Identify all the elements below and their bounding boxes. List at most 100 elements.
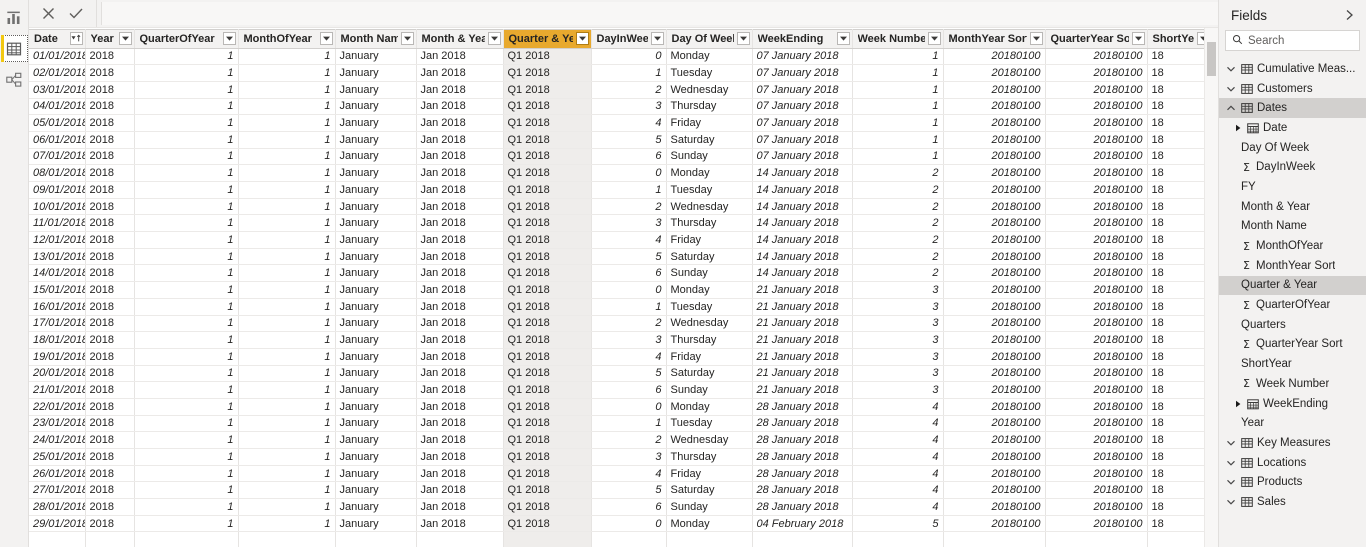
cell-day_in_week[interactable]: 6 bbox=[591, 148, 667, 166]
cell-day_of_week[interactable]: Saturday bbox=[666, 481, 753, 500]
cell-week_ending[interactable]: 21 January 2018 bbox=[752, 298, 853, 316]
cell-short_year[interactable]: 18 bbox=[1147, 214, 1213, 233]
cell-month_name[interactable]: January bbox=[335, 198, 417, 216]
table-row[interactable]: 23/01/2018 2018 1 1 January Jan 2018 Q1 2018 1 T… bbox=[29, 415, 1218, 433]
cell-quarter_yr_sort[interactable]: 20180100 bbox=[1045, 81, 1148, 99]
cell-quarter_year[interactable]: Q1 2018 bbox=[503, 481, 592, 500]
cell-quarter_of_year[interactable]: 1 bbox=[134, 431, 239, 449]
cell-week_number[interactable]: 3 bbox=[852, 315, 944, 333]
cell-month_name[interactable]: January bbox=[335, 465, 417, 483]
cell-short_year[interactable]: 18 bbox=[1147, 198, 1213, 216]
cell-date[interactable]: 01/01/2018 bbox=[29, 48, 86, 66]
cell-date[interactable]: 20/01/2018 bbox=[29, 365, 86, 383]
cell-quarter_yr_sort[interactable]: 20180100 bbox=[1045, 481, 1148, 500]
cell-month_name[interactable]: January bbox=[335, 365, 417, 383]
cell-month_year[interactable]: Jan 2018 bbox=[416, 198, 504, 216]
cell-day_of_week[interactable]: Saturday bbox=[666, 365, 753, 383]
cell-date[interactable]: 12/01/2018 bbox=[29, 231, 86, 249]
column-filter-dropdown-quarter_of_year[interactable] bbox=[222, 32, 236, 45]
cell-week_ending[interactable]: 21 January 2018 bbox=[752, 381, 853, 399]
column-filter-dropdown-day_in_week[interactable] bbox=[650, 32, 664, 45]
column-filter-dropdown-quarter_year[interactable] bbox=[575, 32, 589, 45]
cell-week_number[interactable]: 1 bbox=[852, 131, 944, 149]
cell-quarter_of_year[interactable]: 1 bbox=[134, 348, 239, 366]
cell-week_number[interactable]: 3 bbox=[852, 365, 944, 383]
cell-date[interactable]: 26/01/2018 bbox=[29, 465, 86, 483]
cell-year[interactable]: 2018 bbox=[85, 331, 135, 349]
cell-month_of_year[interactable]: 1 bbox=[238, 515, 336, 533]
cell-day_of_week[interactable]: Thursday bbox=[666, 214, 753, 233]
cell-day_in_week[interactable]: 4 bbox=[591, 465, 667, 483]
cell-quarter_year[interactable]: Q1 2018 bbox=[503, 515, 592, 533]
cell-year[interactable]: 2018 bbox=[85, 298, 135, 316]
cell-quarter_of_year[interactable]: 1 bbox=[134, 198, 239, 216]
column-header-week_ending[interactable]: WeekEnding bbox=[752, 28, 853, 49]
cell-date[interactable]: 19/01/2018 bbox=[29, 348, 86, 366]
cell-month_year[interactable]: Jan 2018 bbox=[416, 431, 504, 449]
cell-month_name[interactable]: January bbox=[335, 281, 417, 299]
cell-day_in_week[interactable]: 6 bbox=[591, 381, 667, 399]
cell-year[interactable]: 2018 bbox=[85, 131, 135, 149]
cell-day_of_week[interactable]: Thursday bbox=[666, 448, 753, 466]
cell-week_ending[interactable]: 14 January 2018 bbox=[752, 198, 853, 216]
table-row[interactable]: 03/01/2018 2018 1 1 January Jan 2018 Q1 2018 2 W… bbox=[29, 81, 1218, 99]
confirm-checkmark-icon[interactable] bbox=[65, 3, 87, 25]
cell-week_number[interactable]: 4 bbox=[852, 498, 944, 516]
cell-week_number[interactable]: 4 bbox=[852, 481, 944, 500]
cell-quarter_year[interactable]: Q1 2018 bbox=[503, 281, 592, 299]
nav-model-view[interactable] bbox=[1, 66, 28, 93]
field-item-cumulative-meas[interactable]: Cumulative Meas... bbox=[1219, 59, 1366, 79]
cell-short_year[interactable]: 18 bbox=[1147, 131, 1213, 149]
cell-quarter_year[interactable]: Q1 2018 bbox=[503, 131, 592, 149]
cell-month_year_sort[interactable]: 20180100 bbox=[943, 331, 1046, 349]
cell-week_number[interactable] bbox=[852, 531, 944, 547]
cell-quarter_of_year[interactable]: 1 bbox=[134, 315, 239, 333]
cell-quarter_yr_sort[interactable]: 20180100 bbox=[1045, 264, 1148, 283]
cell-day_of_week[interactable]: Tuesday bbox=[666, 181, 753, 199]
cell-month_year_sort[interactable]: 20180100 bbox=[943, 365, 1046, 383]
cell-week_number[interactable]: 1 bbox=[852, 98, 944, 116]
cell-month_year_sort[interactable]: 20180100 bbox=[943, 465, 1046, 483]
cell-short_year[interactable]: 18 bbox=[1147, 498, 1213, 516]
column-filter-dropdown-month_year_sort[interactable] bbox=[1029, 32, 1043, 45]
field-item-fy[interactable]: FY bbox=[1219, 177, 1366, 197]
cell-quarter_of_year[interactable]: 1 bbox=[134, 214, 239, 233]
cell-year[interactable]: 2018 bbox=[85, 431, 135, 449]
cell-month_year_sort[interactable]: 20180100 bbox=[943, 181, 1046, 199]
table-row[interactable]: 21/01/2018 2018 1 1 January Jan 2018 Q1 2018 6 S… bbox=[29, 381, 1218, 399]
cell-week_ending[interactable]: 28 January 2018 bbox=[752, 398, 853, 416]
cell-month_year[interactable]: Jan 2018 bbox=[416, 381, 504, 399]
cell-year[interactable]: 2018 bbox=[85, 214, 135, 233]
cell-month_year[interactable]: Jan 2018 bbox=[416, 81, 504, 99]
cell-month_name[interactable]: January bbox=[335, 348, 417, 366]
column-header-week_number[interactable]: Week Number bbox=[852, 28, 944, 49]
cell-quarter_yr_sort[interactable]: 20180100 bbox=[1045, 431, 1148, 449]
formula-input[interactable] bbox=[101, 2, 1218, 25]
cell-short_year[interactable]: 18 bbox=[1147, 465, 1213, 483]
cell-day_in_week[interactable]: 0 bbox=[591, 48, 667, 66]
column-header-quarter_year[interactable]: Quarter & Year bbox=[503, 28, 592, 49]
cell-month_year_sort[interactable]: 20180100 bbox=[943, 98, 1046, 116]
cell-month_year_sort[interactable]: 20180100 bbox=[943, 315, 1046, 333]
cell-week_ending[interactable]: 07 January 2018 bbox=[752, 48, 853, 66]
cell-quarter_of_year[interactable]: 1 bbox=[134, 281, 239, 299]
cell-week_ending[interactable]: 07 January 2018 bbox=[752, 81, 853, 99]
cell-quarter_yr_sort[interactable]: 20180100 bbox=[1045, 315, 1148, 333]
cell-year[interactable]: 2018 bbox=[85, 48, 135, 66]
cell-short_year[interactable]: 18 bbox=[1147, 398, 1213, 416]
expand-arrow-icon[interactable] bbox=[1233, 399, 1242, 408]
cell-day_in_week[interactable]: 0 bbox=[591, 164, 667, 182]
table-row[interactable]: 24/01/2018 2018 1 1 January Jan 2018 Q1 2018 2 W… bbox=[29, 431, 1218, 449]
column-filter-dropdown-week_number[interactable] bbox=[927, 32, 941, 45]
column-filter-dropdown-month_year[interactable] bbox=[487, 32, 501, 45]
cell-month_of_year[interactable]: 1 bbox=[238, 365, 336, 383]
table-row[interactable]: 14/01/2018 2018 1 1 January Jan 2018 Q1 2018 6 S… bbox=[29, 264, 1218, 283]
cell-short_year[interactable]: 18 bbox=[1147, 431, 1213, 449]
cell-quarter_year[interactable]: Q1 2018 bbox=[503, 498, 592, 516]
cell-quarter_year[interactable]: Q1 2018 bbox=[503, 48, 592, 66]
cell-week_number[interactable]: 2 bbox=[852, 181, 944, 199]
cell-quarter_year[interactable] bbox=[503, 531, 592, 547]
cell-month_of_year[interactable]: 1 bbox=[238, 148, 336, 166]
cell-month_year[interactable]: Jan 2018 bbox=[416, 231, 504, 249]
cell-day_in_week[interactable]: 4 bbox=[591, 348, 667, 366]
